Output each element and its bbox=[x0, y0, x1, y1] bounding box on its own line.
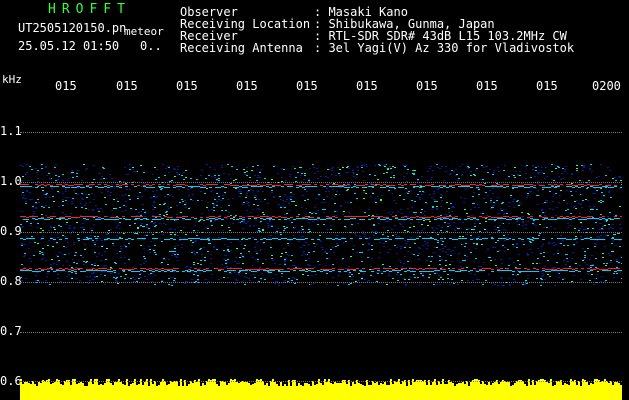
y-tick-label: 1.0 bbox=[0, 174, 22, 188]
grid-line bbox=[20, 282, 622, 283]
x-tick-label: 015 bbox=[236, 79, 258, 93]
count-label: 0.. bbox=[140, 39, 162, 53]
y-tick-label: 0.9 bbox=[0, 224, 22, 238]
brand-title: HROFFT bbox=[48, 2, 131, 17]
spectrogram-plot bbox=[20, 164, 622, 400]
x-tick-label: 015 bbox=[416, 79, 438, 93]
grid-line bbox=[20, 232, 622, 233]
x-tick-label: 015 bbox=[536, 79, 558, 93]
antenna-value: : 3el Yagi(V) Az 330 for Vladivostok bbox=[314, 41, 575, 55]
grid-line bbox=[20, 132, 622, 133]
y-tick-label: 0.7 bbox=[0, 324, 22, 338]
x-tick-label: 015 bbox=[476, 79, 498, 93]
x-tick-label: 015 bbox=[176, 79, 198, 93]
x-tick-label: 015 bbox=[116, 79, 138, 93]
y-tick-label: 0.6 bbox=[0, 374, 22, 388]
y-axis-unit: kHz bbox=[2, 73, 22, 86]
datetime-label: 25.05.12 01:50 bbox=[18, 39, 120, 53]
x-tick-label: 015 bbox=[55, 79, 77, 93]
x-tick-label: 0200 bbox=[592, 79, 621, 93]
y-tick-label: 1.1 bbox=[0, 124, 22, 138]
filename-label: UT2505120150.pn bbox=[18, 21, 127, 35]
y-tick-label: 0.8 bbox=[0, 274, 22, 288]
x-tick-label: 015 bbox=[356, 79, 378, 93]
mode-label: meteor bbox=[124, 25, 164, 38]
x-tick-label: 015 bbox=[296, 79, 318, 93]
spectrogram-window: HROFFT UT2505120150.pn meteor 25.05.12 0… bbox=[0, 0, 629, 400]
grid-line bbox=[20, 381, 622, 382]
grid-line bbox=[20, 332, 622, 333]
grid-line bbox=[20, 182, 622, 183]
antenna-label: Receiving Antenna bbox=[180, 41, 303, 55]
